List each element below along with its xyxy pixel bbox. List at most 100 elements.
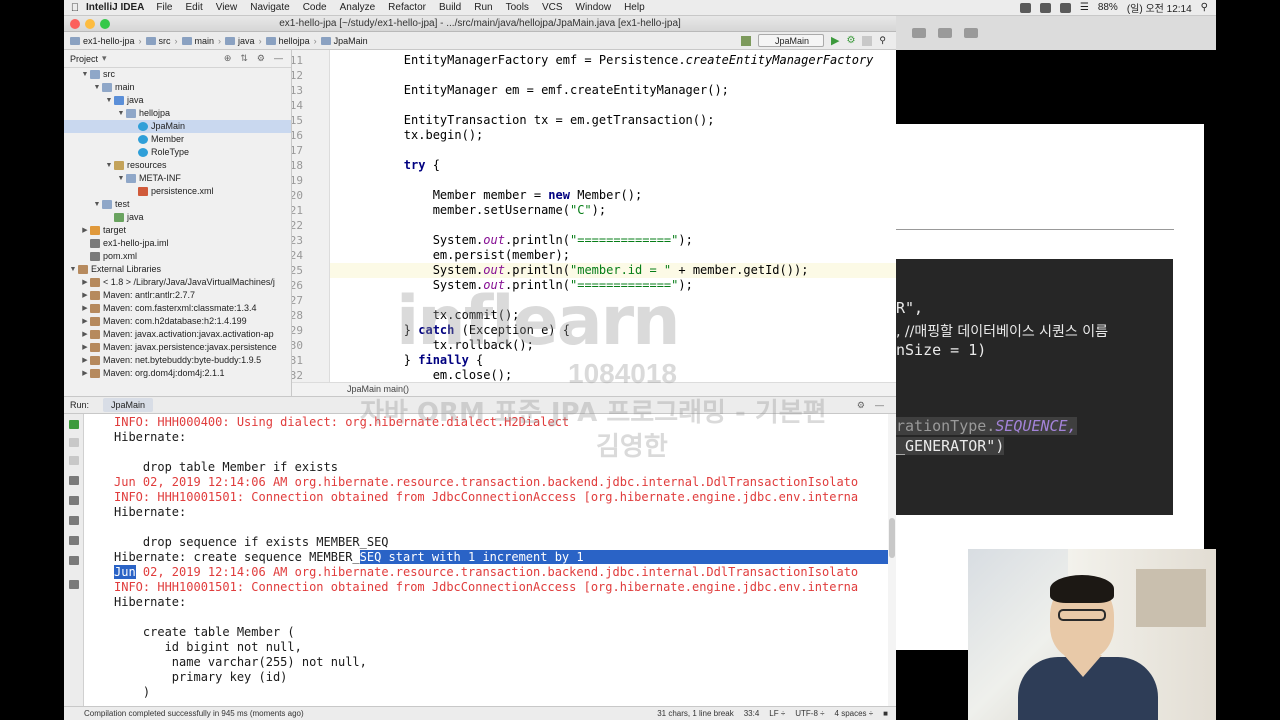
expand-arrow-icon[interactable]: ▼ [104, 159, 114, 172]
editor-breadcrumb[interactable]: JpaMain main() [292, 382, 896, 396]
line-number[interactable]: 16 [292, 128, 303, 143]
menu-refactor[interactable]: Refactor [388, 2, 426, 13]
toolbar-icon[interactable] [938, 28, 952, 38]
code-line[interactable]: EntityManager em = emf.createEntityManag… [346, 83, 729, 98]
hide-icon[interactable]: — [875, 400, 884, 411]
close-window-button[interactable] [70, 19, 80, 29]
console-line[interactable]: Hibernate: [114, 430, 193, 445]
console-scrollbar[interactable] [888, 414, 896, 706]
collapse-icon[interactable]: ⇅ [240, 53, 248, 64]
caret-position[interactable]: 33:4 [744, 707, 760, 720]
console-line[interactable]: ) [114, 685, 150, 700]
breadcrumb-item[interactable]: hellojpa › [265, 36, 317, 46]
breadcrumb-item[interactable]: main › [181, 36, 221, 46]
console-error-line[interactable]: Jun 02, 2019 12:14:06 AM org.hibernate.r… [114, 475, 858, 490]
collapse-arrow-icon[interactable]: ▶ [80, 276, 90, 289]
gear-icon[interactable]: ⚙ [857, 400, 865, 411]
status-icon[interactable] [1039, 2, 1051, 13]
run-configuration-select[interactable]: JpaMain [757, 34, 824, 47]
code-line[interactable]: } catch (Exception e) { [346, 323, 570, 338]
console-error-line[interactable]: INFO: HHH10001501: Connection obtained f… [114, 490, 858, 505]
project-view-select[interactable]: Project [70, 54, 98, 64]
collapse-arrow-icon[interactable]: ▶ [80, 302, 90, 315]
stop-icon[interactable] [69, 438, 79, 447]
tree-item[interactable]: ▼ java [64, 94, 291, 107]
menu-vcs[interactable]: VCS [542, 2, 563, 13]
line-number[interactable]: 14 [292, 98, 303, 113]
code-line[interactable]: EntityManagerFactory emf = Persistence.c… [346, 53, 874, 68]
layout-icon[interactable] [69, 536, 79, 545]
print-icon[interactable] [69, 516, 79, 525]
console-line[interactable]: Hibernate: create sequence MEMBER_SEQ st… [114, 550, 888, 565]
menu-build[interactable]: Build [439, 2, 461, 13]
line-number[interactable]: 29 [292, 323, 303, 338]
breadcrumb-item[interactable]: ex1-hello-jpa › [70, 36, 142, 46]
menu-analyze[interactable]: Analyze [340, 2, 376, 13]
status-message[interactable]: Compilation completed successfully in 94… [84, 707, 304, 720]
run-console-output[interactable]: INFO: HHH000400: Using dialect: org.hibe… [104, 414, 888, 706]
line-number[interactable]: 22 [292, 218, 303, 233]
debug-icon[interactable]: ⚙ [846, 35, 855, 46]
line-number[interactable]: 23 [292, 233, 303, 248]
expand-arrow-icon[interactable]: ▼ [104, 94, 114, 107]
locate-icon[interactable]: ⊕ [224, 53, 232, 64]
code-line[interactable]: Member member = new Member(); [346, 188, 643, 203]
menu-window[interactable]: Window [576, 2, 612, 13]
line-number[interactable]: 18 [292, 158, 303, 173]
line-number[interactable]: 17 [292, 143, 303, 158]
collapse-arrow-icon[interactable]: ▶ [80, 354, 90, 367]
breadcrumb-item[interactable]: src › [145, 36, 178, 46]
line-number[interactable]: 11 [292, 53, 303, 68]
minimize-window-button[interactable] [85, 19, 95, 29]
code-line[interactable]: tx.commit(); [346, 308, 520, 323]
code-editor[interactable]: 11 12 13 14 15 16 17 18 19 20 21 22 23 24 25 26 27 28 29 30… [292, 50, 896, 382]
line-number[interactable]: 24 [292, 248, 303, 263]
tree-item[interactable]: ▼ hellojpa [64, 107, 291, 120]
chevron-down-icon[interactable]: ▾ [102, 53, 107, 64]
console-error-line[interactable]: INFO: HHH10001501: Connection obtained f… [114, 580, 858, 595]
tree-item[interactable]: ▶ Maven: com.h2database:h2:1.4.199 [64, 315, 291, 328]
zoom-window-button[interactable] [100, 19, 110, 29]
tree-item[interactable]: ex1-hello-jpa.iml [64, 237, 291, 250]
breadcrumb-item[interactable]: JpaMain [320, 36, 368, 46]
code-line[interactable]: System.out.println("============="); [346, 278, 693, 293]
collapse-arrow-icon[interactable]: ▶ [80, 224, 90, 237]
console-line[interactable]: name varchar(255) not null, [114, 655, 367, 670]
tree-item[interactable]: JpaMain [64, 120, 291, 133]
tree-item[interactable]: java [64, 211, 291, 224]
code-line[interactable]: } finally { [346, 353, 483, 368]
pause-icon[interactable] [69, 456, 79, 465]
spotlight-icon[interactable]: ⚲ [1201, 2, 1208, 13]
tree-item[interactable]: ▶ < 1.8 > /Library/Java/JavaVirtualMachin… [64, 276, 291, 289]
menu-file[interactable]: File [156, 2, 172, 13]
menu-view[interactable]: View [216, 2, 238, 13]
tree-item[interactable]: ▼ External Libraries [64, 263, 291, 276]
tree-item[interactable]: ▼ src [64, 68, 291, 81]
expand-arrow-icon[interactable]: ▼ [68, 263, 78, 276]
menu-help[interactable]: Help [624, 2, 645, 13]
collapse-arrow-icon[interactable]: ▶ [80, 289, 90, 302]
line-number[interactable]: 13 [292, 83, 303, 98]
status-icon[interactable] [1019, 2, 1031, 13]
tree-item[interactable]: pom.xml [64, 250, 291, 263]
hide-icon[interactable]: — [274, 53, 283, 64]
menu-code[interactable]: Code [303, 2, 327, 13]
console-line[interactable]: Hibernate: [114, 505, 193, 520]
soft-wrap-icon[interactable] [69, 476, 79, 485]
line-number[interactable]: 19 [292, 173, 303, 188]
console-line[interactable]: drop sequence if exists MEMBER_SEQ [114, 535, 389, 550]
battery-percent[interactable]: 88% [1098, 2, 1118, 13]
line-number[interactable]: 26 [292, 278, 303, 293]
toolbar-icon[interactable] [964, 28, 978, 38]
tree-item[interactable]: ▼ main [64, 81, 291, 94]
lock-icon[interactable]: ■ [883, 707, 888, 720]
line-separator[interactable]: LF ÷ [769, 707, 785, 720]
expand-arrow-icon[interactable]: ▼ [116, 107, 126, 120]
line-number[interactable]: 15 [292, 113, 303, 128]
trash-icon[interactable] [69, 556, 79, 565]
collapse-arrow-icon[interactable]: ▶ [80, 328, 90, 341]
code-line[interactable]: em.close(); [346, 368, 512, 382]
expand-arrow-icon[interactable]: ▼ [116, 172, 126, 185]
code-line[interactable]: EntityTransaction tx = em.getTransaction… [346, 113, 715, 128]
tree-item[interactable]: ▼ META-INF [64, 172, 291, 185]
